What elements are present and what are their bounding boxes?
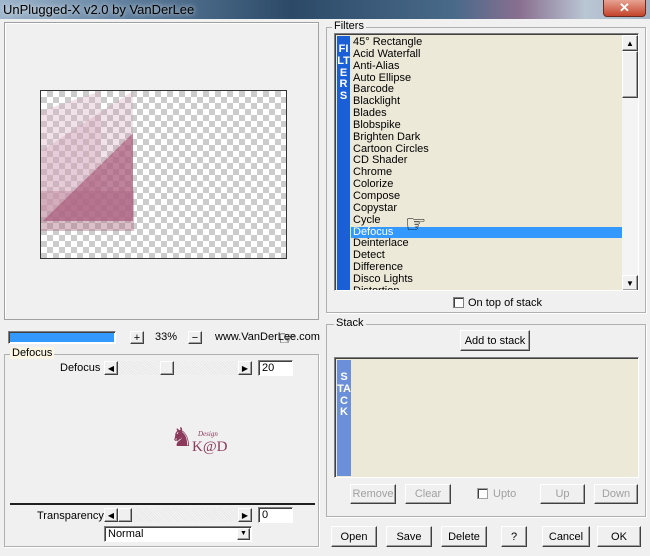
on-top-checkbox[interactable]: [453, 297, 464, 308]
help-button[interactable]: ?: [501, 526, 527, 547]
hand-pointer-icon: ☜: [405, 211, 427, 238]
filter-item[interactable]: Acid Waterfall: [351, 48, 622, 61]
preview-image[interactable]: [40, 90, 287, 259]
filter-item[interactable]: Disco Lights: [351, 273, 622, 286]
title-bar: UnPlugged-X v2.0 by VanDerLee ✕: [0, 0, 650, 19]
slider-thumb[interactable]: [118, 508, 132, 522]
zoom-in-button[interactable]: +: [130, 331, 144, 344]
ok-button[interactable]: OK: [597, 526, 641, 547]
filter-item[interactable]: Copystar: [351, 202, 622, 215]
transparency-right-arrow-icon[interactable]: ▶: [238, 508, 252, 522]
transparency-left-arrow-icon[interactable]: ◀: [104, 508, 118, 522]
zoom-level: 33%: [155, 331, 178, 343]
delete-button[interactable]: Delete: [441, 526, 487, 547]
blend-mode-value: Normal: [108, 528, 144, 540]
upto-label: Upto: [493, 488, 517, 500]
scroll-up-arrow-icon[interactable]: ▲: [622, 35, 638, 51]
filters-sidebar: FILTERS: [337, 36, 350, 290]
filter-item[interactable]: Distortion: [351, 285, 622, 290]
window-title: UnPlugged-X v2.0 by VanDerLee: [3, 2, 195, 17]
cancel-button[interactable]: Cancel: [542, 526, 590, 547]
filters-list[interactable]: FILTERS 45° Rectangle Acid Waterfall Anti-…: [334, 33, 639, 291]
slider-thumb[interactable]: [160, 361, 174, 375]
on-top-label: On top of stack: [468, 297, 542, 309]
defocus-label: Defocus: [60, 362, 101, 374]
website-link[interactable]: www.VanDerLee.com: [215, 331, 320, 343]
close-button[interactable]: ✕: [603, 0, 646, 17]
filters-scrollbar[interactable]: ▲ ▼: [622, 35, 638, 290]
upto-checkbox[interactable]: [477, 488, 488, 499]
filter-item[interactable]: Anti-Alias: [351, 60, 622, 73]
zoom-out-button[interactable]: −: [188, 331, 202, 344]
stack-list[interactable]: STACK: [334, 357, 639, 478]
filter-item[interactable]: Blobspike: [351, 119, 622, 132]
filters-group-label: Filters: [332, 20, 366, 32]
clear-button[interactable]: Clear: [405, 484, 451, 504]
filter-item[interactable]: Deinterlace: [351, 237, 622, 250]
hand-pointer-icon: ☜: [278, 328, 296, 350]
down-button[interactable]: Down: [594, 484, 638, 504]
defocus-slider[interactable]: [118, 361, 238, 375]
slider-left-arrow-icon[interactable]: ◀: [104, 361, 118, 375]
defocus-value-input[interactable]: 20: [258, 360, 293, 376]
chevron-down-icon[interactable]: ▼: [237, 528, 250, 540]
transparency-label: Transparency: [37, 510, 104, 522]
scroll-thumb[interactable]: [622, 51, 638, 98]
slider-right-arrow-icon[interactable]: ▶: [238, 361, 252, 375]
progress-fill: [10, 333, 114, 342]
scroll-down-arrow-icon[interactable]: ▼: [622, 275, 638, 290]
remove-button[interactable]: Remove: [350, 484, 396, 504]
transparency-value-input[interactable]: 0: [258, 507, 293, 523]
defocus-group-label: Defocus: [10, 347, 55, 359]
divider: [10, 503, 315, 505]
filter-item[interactable]: Blacklight: [351, 95, 622, 108]
stack-group-label: Stack: [334, 317, 366, 329]
transparency-slider[interactable]: [118, 508, 238, 522]
stack-sidebar: STACK: [337, 360, 351, 476]
filter-item[interactable]: Brighten Dark: [351, 131, 622, 144]
preview-panel: [4, 22, 319, 320]
open-button[interactable]: Open: [331, 526, 377, 547]
progress-bar: [8, 331, 116, 344]
save-button[interactable]: Save: [386, 526, 432, 547]
filter-item[interactable]: Cycle: [351, 214, 622, 227]
up-button[interactable]: Up: [540, 484, 585, 504]
add-to-stack-button[interactable]: Add to stack: [460, 330, 530, 351]
blend-mode-select[interactable]: Normal ▼: [104, 526, 252, 542]
